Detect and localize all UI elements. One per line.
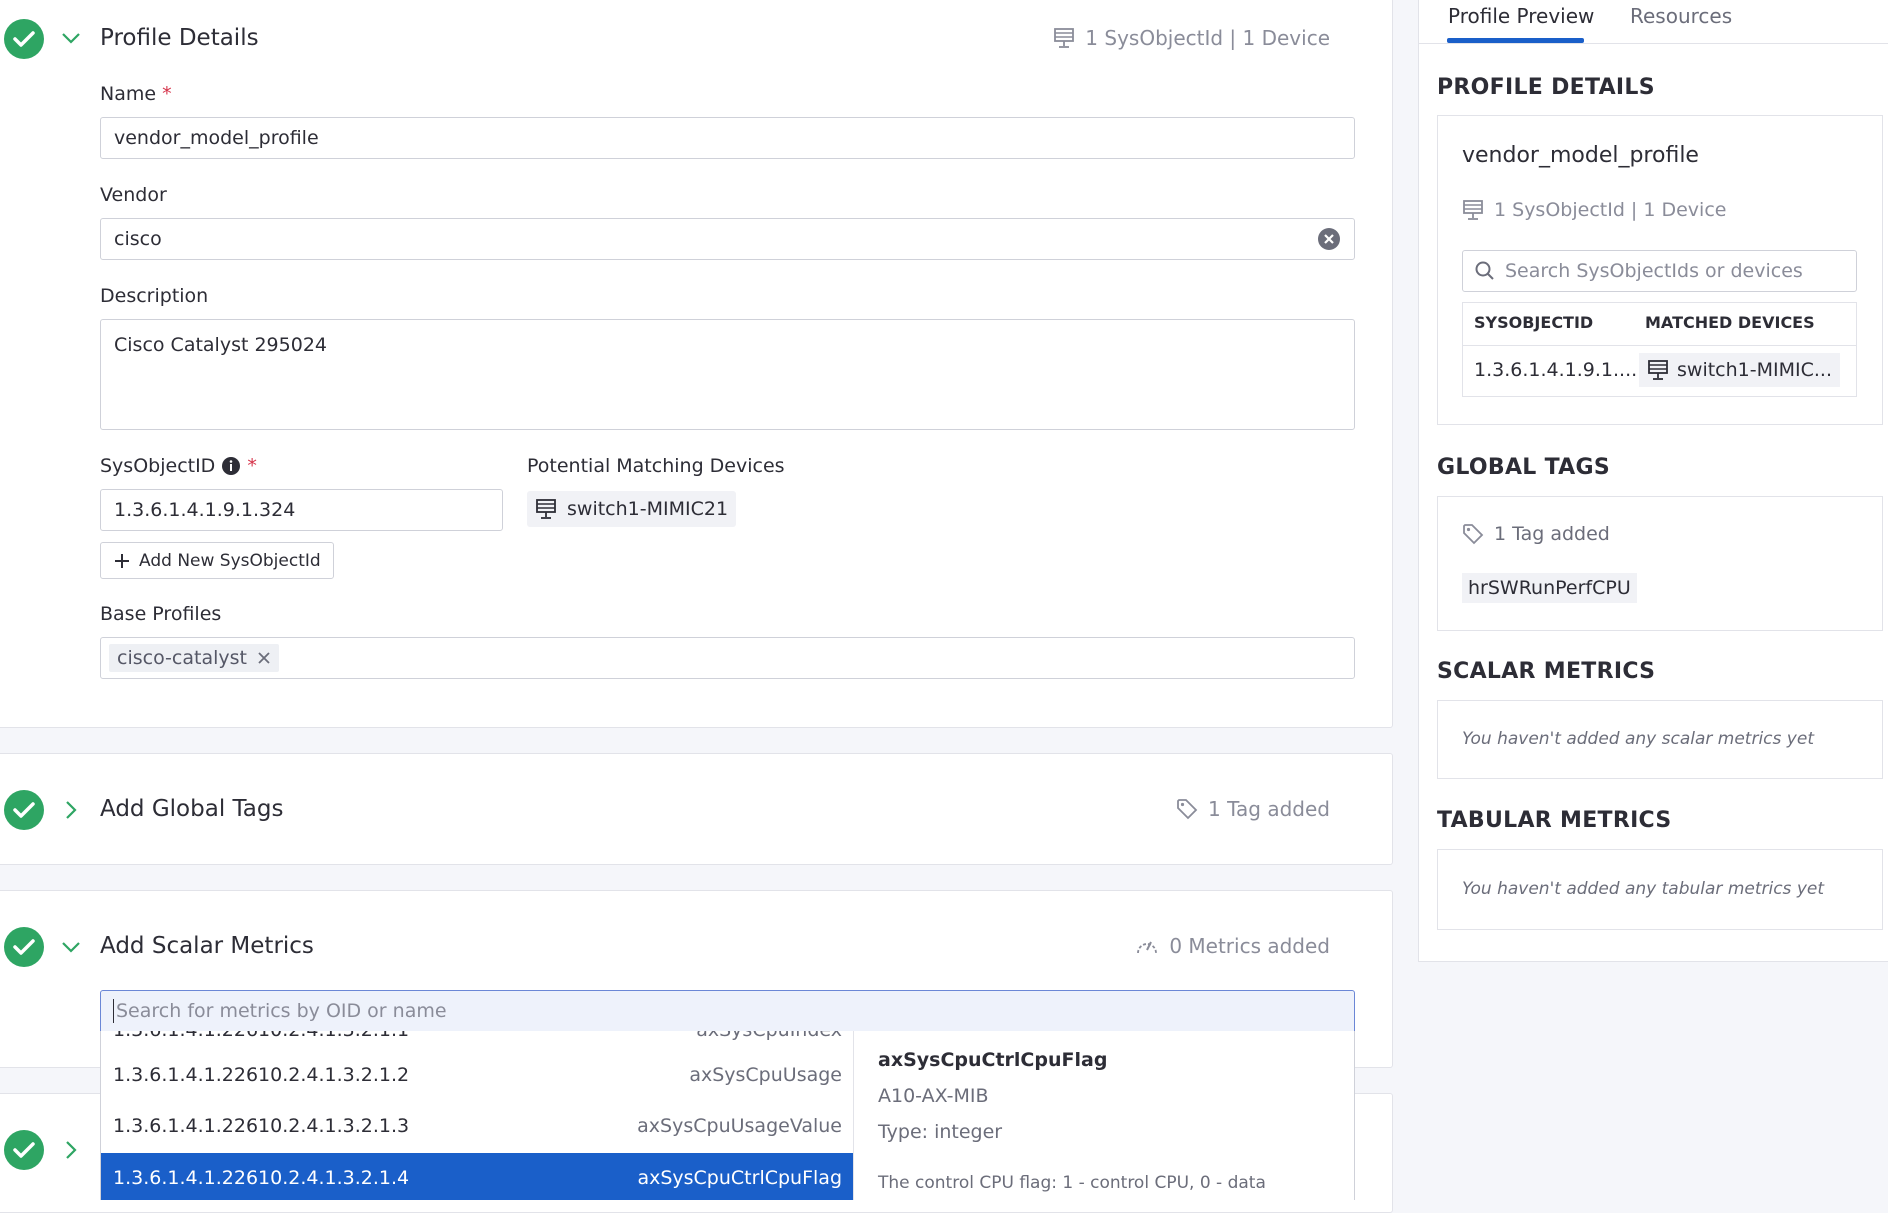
tag-icon bbox=[1177, 799, 1198, 820]
remove-icon[interactable] bbox=[257, 651, 271, 665]
check-icon bbox=[4, 790, 44, 830]
global-tags-heading: GLOBAL TAGS bbox=[1437, 455, 1610, 480]
profile-details-heading: PROFILE DETAILS bbox=[1437, 75, 1655, 100]
active-tab-indicator bbox=[1447, 38, 1584, 43]
add-sysobjectid-button[interactable]: Add New SysObjectId bbox=[100, 542, 334, 579]
tabular-metrics-box: You haven't added any tabular metrics ye… bbox=[1437, 849, 1883, 930]
potential-device-chip[interactable]: switch1-MIMIC21 bbox=[527, 491, 737, 527]
section-meta: 0 Metrics added bbox=[1135, 934, 1330, 958]
profile-name: vendor_model_profile bbox=[1462, 143, 1699, 168]
divider bbox=[1463, 345, 1856, 346]
tab-profile-preview[interactable]: Profile Preview bbox=[1448, 4, 1594, 28]
metric-option-selected[interactable]: 1.3.6.1.4.1.22610.2.4.1.3.2.1.4 axSysCpuC… bbox=[101, 1153, 853, 1200]
check-icon bbox=[4, 927, 44, 967]
clear-icon[interactable] bbox=[1317, 227, 1341, 251]
potential-devices-label: Potential Matching Devices bbox=[527, 455, 785, 477]
tag-icon bbox=[1463, 524, 1484, 545]
profile-meta: 1 SysObjectId | 1 Device bbox=[1462, 199, 1726, 221]
info-icon bbox=[222, 457, 241, 475]
profile-details-box: vendor_model_profile 1 SysObjectId | 1 D… bbox=[1437, 115, 1883, 425]
tabs: Profile Preview Resources bbox=[1419, 0, 1888, 44]
metric-option[interactable]: 1.3.6.1.4.1.22610.2.4.1.3.2.1.2 axSysCpuU… bbox=[101, 1050, 853, 1100]
preview-panel: Profile Preview Resources PROFILE DETAIL… bbox=[1418, 0, 1888, 962]
vendor-input[interactable]: cisco bbox=[100, 218, 1355, 260]
tags-meta: 1 Tag added bbox=[1462, 523, 1610, 545]
tabular-empty-text: You haven't added any tabular metrics ye… bbox=[1462, 879, 1825, 899]
scalar-metrics-box: You haven't added any scalar metrics yet bbox=[1437, 700, 1883, 779]
table-cell-device[interactable]: switch1-MIMIC... bbox=[1639, 353, 1840, 387]
name-input[interactable]: vendor_model_profile bbox=[100, 117, 1355, 159]
check-icon bbox=[4, 1130, 44, 1170]
column-header-sysobjectid: SYSOBJECTID bbox=[1474, 313, 1594, 332]
section-title[interactable]: Profile Details bbox=[100, 25, 259, 51]
section-meta: 1 SysObjectId | 1 Device bbox=[1053, 26, 1330, 50]
metric-detail-name: axSysCpuCtrlCpuFlag bbox=[878, 1049, 1108, 1071]
chevron-down-icon[interactable] bbox=[60, 936, 82, 958]
chevron-right-icon[interactable] bbox=[60, 1139, 82, 1161]
vendor-label: Vendor bbox=[100, 184, 167, 206]
chevron-down-icon[interactable] bbox=[60, 27, 82, 49]
device-icon bbox=[536, 499, 556, 519]
scalar-empty-text: You haven't added any scalar metrics yet bbox=[1462, 729, 1814, 749]
search-icon bbox=[1475, 261, 1494, 280]
base-profiles-label: Base Profiles bbox=[100, 603, 222, 625]
tag-chip: hrSWRunPerfCPU bbox=[1462, 573, 1637, 603]
metric-options-list: 1.3.6.1.4.1.22610.2.4.1.3.2.1.1axSysCpuI… bbox=[100, 1031, 853, 1200]
check-icon bbox=[4, 19, 44, 59]
tab-resources[interactable]: Resources bbox=[1630, 4, 1732, 28]
metric-option[interactable]: 1.3.6.1.4.1.22610.2.4.1.3.2.1.3 axSysCpuU… bbox=[101, 1101, 853, 1151]
plus-icon bbox=[115, 553, 129, 568]
metric-detail-description: The control CPU flag: 1 - control CPU, 0… bbox=[878, 1173, 1266, 1193]
profile-details-card: Profile Details 1 SysObjectId | 1 Device… bbox=[0, 0, 1393, 728]
section-meta: 1 Tag added bbox=[1176, 797, 1330, 821]
description-label: Description bbox=[100, 285, 209, 307]
tabular-metrics-heading: TABULAR METRICS bbox=[1437, 808, 1672, 833]
section-title[interactable]: Add Scalar Metrics bbox=[100, 933, 314, 959]
metric-search-input[interactable]: Search for metrics by OID or name bbox=[100, 990, 1355, 1032]
device-icon bbox=[1648, 360, 1668, 380]
metric-detail-mib: A10-AX-MIB bbox=[878, 1085, 989, 1107]
description-textarea[interactable]: Cisco Catalyst 295024 bbox=[100, 319, 1355, 430]
global-tags-box: 1 Tag added hrSWRunPerfCPU bbox=[1437, 496, 1883, 631]
metric-detail-panel: axSysCpuCtrlCpuFlag A10-AX-MIB Type: int… bbox=[853, 1031, 1355, 1200]
preview-search-input[interactable]: Search SysObjectIds or devices bbox=[1462, 250, 1857, 292]
chevron-right-icon[interactable] bbox=[60, 799, 82, 821]
device-icon bbox=[1054, 28, 1075, 48]
main-content: Profile Details 1 SysObjectId | 1 Device… bbox=[0, 0, 1393, 1213]
base-profiles-input[interactable]: cisco-catalyst bbox=[100, 637, 1355, 679]
scalar-metrics-heading: SCALAR METRICS bbox=[1437, 659, 1656, 684]
preview-table: SYSOBJECTID MATCHED DEVICES 1.3.6.1.4.1.… bbox=[1462, 302, 1857, 397]
device-icon bbox=[1463, 200, 1483, 220]
table-cell-sysobjectid: 1.3.6.1.4.1.9.1.... bbox=[1474, 359, 1638, 381]
global-tags-card: Add Global Tags 1 Tag added bbox=[0, 753, 1393, 865]
base-profile-chip: cisco-catalyst bbox=[109, 644, 279, 672]
gauge-icon bbox=[1137, 941, 1158, 954]
column-header-matched-devices: MATCHED DEVICES bbox=[1645, 313, 1815, 332]
name-label: Name * bbox=[100, 83, 172, 105]
metric-detail-type: Type: integer bbox=[878, 1121, 1003, 1143]
sysobjectid-label: SysObjectID * bbox=[100, 455, 257, 477]
section-title[interactable]: Add Global Tags bbox=[100, 796, 283, 822]
sysobjectid-input[interactable]: 1.3.6.1.4.1.9.1.324 bbox=[100, 489, 503, 531]
